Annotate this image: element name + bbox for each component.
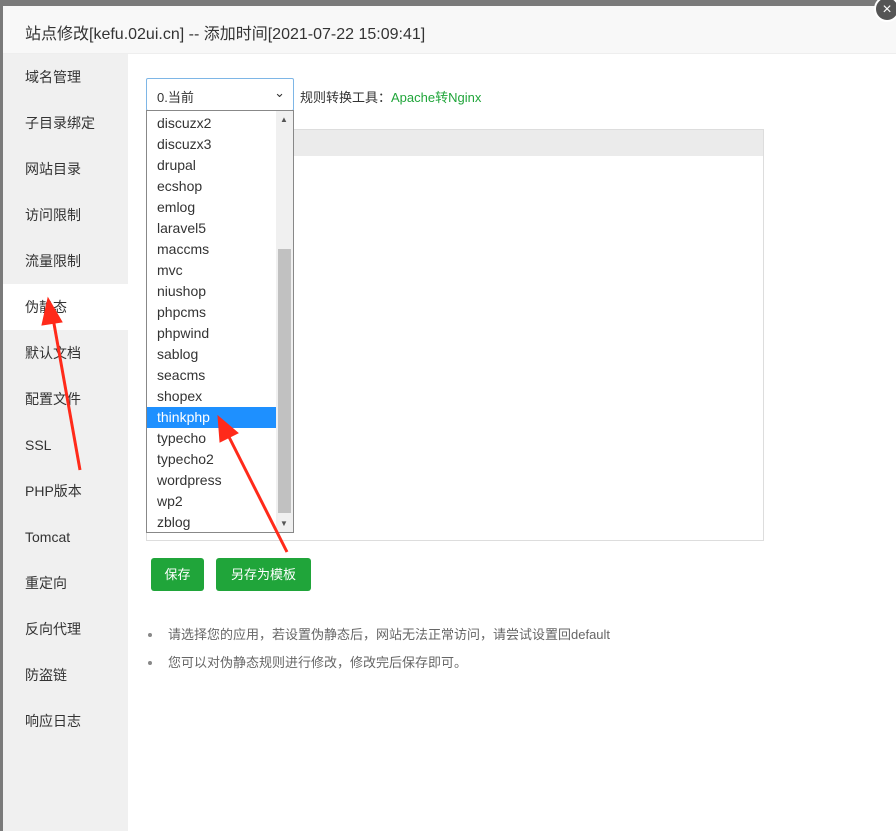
annotation-arrow [226, 434, 289, 553]
annotation-arrowhead [217, 414, 239, 443]
annotation-arrows [41, 296, 289, 553]
annotation-arrowhead [41, 296, 63, 326]
annotation-arrow [51, 317, 82, 471]
